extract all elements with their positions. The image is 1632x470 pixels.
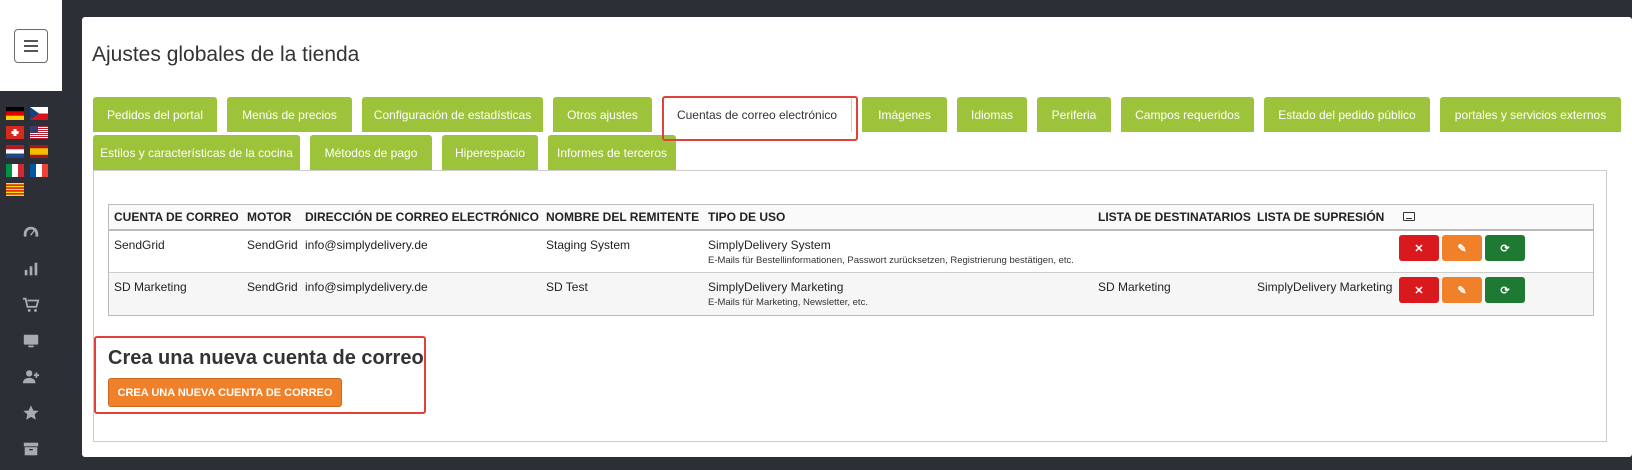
tab-languages[interactable]: Idiomas xyxy=(957,97,1027,132)
table-row: SD Marketing SendGrid info@simplydeliver… xyxy=(109,273,1593,315)
cell-engine: SendGrid xyxy=(247,238,298,252)
settings-tabs: Pedidos del portal Menús de precios Conf… xyxy=(93,96,1632,173)
tab-images[interactable]: Imágenes xyxy=(862,97,947,132)
cell-usage: SimplyDelivery System E-Mails für Bestel… xyxy=(703,231,1093,272)
tab-email-accounts[interactable]: Cuentas de correo electrónico xyxy=(662,97,852,132)
col-engine: MOTOR xyxy=(247,210,292,224)
sidebar xyxy=(0,0,62,470)
tab-required-fields[interactable]: Campos requeridos xyxy=(1121,97,1254,132)
bar-chart-icon[interactable] xyxy=(0,251,62,287)
tab-statistics-config[interactable]: Configuración de estadísticas xyxy=(362,97,543,132)
col-suppression: LISTA DE SUPRESIÓN xyxy=(1257,210,1385,224)
cell-email: info@simplydelivery.de xyxy=(305,280,428,294)
table-row: SendGrid SendGrid info@simplydelivery.de… xyxy=(109,231,1593,273)
star-icon[interactable] xyxy=(0,395,62,431)
tab-hyperspace[interactable]: Hiperespacio xyxy=(442,135,538,170)
main-panel: Ajustes globales de la tienda Pedidos de… xyxy=(82,17,1632,457)
ch-flag[interactable] xyxy=(6,126,24,139)
edit-button[interactable]: ✎ xyxy=(1442,277,1482,303)
email-accounts-table: CUENTA DE CORREO MOTOR DIRECCIÓN DE CORR… xyxy=(108,204,1594,316)
it-flag[interactable] xyxy=(6,164,24,177)
shopping-cart-icon[interactable] xyxy=(0,287,62,323)
tab-public-order-status[interactable]: Estado del pedido público xyxy=(1264,97,1430,132)
create-account-button[interactable]: CREA UNA NUEVA CUENTA DE CORREO xyxy=(108,378,342,407)
row-actions: ✕ ✎ ⟳ xyxy=(1398,231,1533,272)
edit-button[interactable]: ✎ xyxy=(1442,235,1482,261)
cell-usage: SimplyDelivery Marketing E-Mails für Mar… xyxy=(703,273,1093,315)
sidebar-header xyxy=(0,0,62,91)
dashboard-icon[interactable] xyxy=(0,215,62,251)
page-title: Ajustes globales de la tienda xyxy=(92,43,360,66)
usage-title: SimplyDelivery System xyxy=(708,238,831,252)
tab-payment-methods[interactable]: Métodos de pago xyxy=(310,135,432,170)
col-usage: TIPO DE USO xyxy=(708,210,786,224)
col-sender: NOMBRE DEL REMITENTE xyxy=(546,210,700,224)
archive-icon[interactable] xyxy=(0,431,62,467)
cell-account: SD Marketing xyxy=(114,280,187,294)
us-flag[interactable] xyxy=(30,126,48,139)
cell-email: info@simplydelivery.de xyxy=(305,238,428,252)
tab-external-portals[interactable]: portales y servicios externos xyxy=(1440,97,1621,132)
hamburger-menu-button[interactable] xyxy=(14,28,48,63)
cell-engine: SendGrid xyxy=(247,280,298,294)
cell-recipients xyxy=(1093,231,1252,272)
tab-kitchen-styles[interactable]: Estilos y características de la cocina xyxy=(93,135,300,170)
tab-third-party-reports[interactable]: Informes de terceros xyxy=(548,135,676,170)
col-email: DIRECCIÓN DE CORREO ELECTRÓNICO xyxy=(305,210,540,224)
ca-flag[interactable] xyxy=(6,183,24,196)
row-actions: ✕ ✎ ⟳ xyxy=(1398,273,1533,315)
cell-recipients: SD Marketing xyxy=(1098,280,1171,294)
monitor-icon[interactable] xyxy=(0,323,62,359)
sync-button[interactable]: ⟳ xyxy=(1485,277,1525,303)
sync-button[interactable]: ⟳ xyxy=(1485,235,1525,261)
keyboard-icon xyxy=(1403,212,1415,221)
tab-price-menus[interactable]: Menús de precios xyxy=(227,97,352,132)
usage-detail: E-Mails für Bestellinformationen, Passwo… xyxy=(708,255,1074,266)
create-account-title: Crea una nueva cuenta de correo xyxy=(108,347,424,369)
cz-flag[interactable] xyxy=(30,107,48,120)
usage-title: SimplyDelivery Marketing xyxy=(708,280,844,294)
fr-flag[interactable] xyxy=(30,164,48,177)
cell-sender: SD Test xyxy=(546,280,588,294)
language-flags xyxy=(6,107,52,202)
tab-row-2: Estilos y características de la cocina M… xyxy=(93,135,1632,170)
cell-account: SendGrid xyxy=(114,238,165,252)
tab-portal-orders[interactable]: Pedidos del portal xyxy=(93,97,217,132)
table-header: CUENTA DE CORREO MOTOR DIRECCIÓN DE CORR… xyxy=(109,205,1593,231)
add-user-icon[interactable] xyxy=(0,359,62,395)
cell-sender: Staging System xyxy=(546,238,631,252)
delete-button[interactable]: ✕ xyxy=(1399,235,1439,261)
es-flag[interactable] xyxy=(30,145,48,158)
delete-button[interactable]: ✕ xyxy=(1399,277,1439,303)
col-actions xyxy=(1398,210,1533,224)
col-account: CUENTA DE CORREO xyxy=(114,210,239,224)
tab-peripherals[interactable]: Periferia xyxy=(1037,97,1111,132)
tab-other-settings[interactable]: Otros ajustes xyxy=(553,97,652,132)
cell-suppression xyxy=(1252,231,1398,272)
tab-row-1: Pedidos del portal Menús de precios Conf… xyxy=(93,97,1632,132)
col-recipients: LISTA DE DESTINATARIOS xyxy=(1098,210,1251,224)
nl-flag[interactable] xyxy=(6,145,24,158)
tab-content: CUENTA DE CORREO MOTOR DIRECCIÓN DE CORR… xyxy=(93,170,1607,442)
usage-detail: E-Mails für Marketing, Newsletter, etc. xyxy=(708,297,868,308)
sidebar-nav xyxy=(0,215,62,467)
de-flag[interactable] xyxy=(6,107,24,120)
cell-suppression: SimplyDelivery Marketing xyxy=(1257,280,1393,294)
